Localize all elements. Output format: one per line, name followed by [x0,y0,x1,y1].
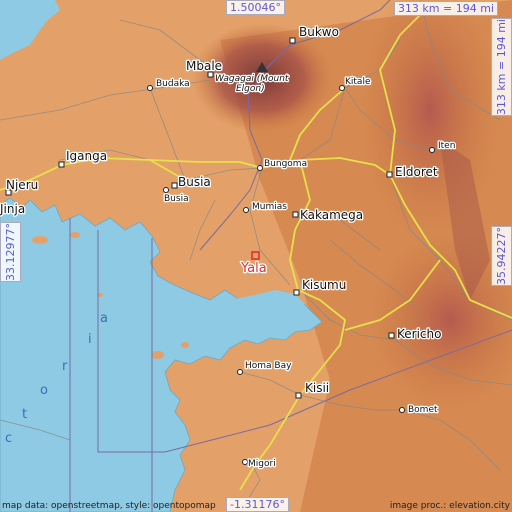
city-label: Budaka [156,79,190,89]
city-label: Bukwo [299,25,339,39]
peak-label: Wagagai (Mount [215,74,289,84]
city-square-icon[interactable] [58,161,65,168]
town-circle-icon[interactable] [237,369,243,375]
town-circle-icon[interactable] [339,85,345,91]
south-coordinate: -1.31176° [226,497,289,512]
city-label: Kitale [345,77,371,87]
lake-letter: r [62,359,68,374]
city-square-icon[interactable] [386,171,393,178]
map-canvas: Bukwo Mbale Budaka Wagagai (Mount Elgon)… [0,0,512,512]
town-circle-icon[interactable] [399,407,405,413]
city-label: Busia [178,175,211,189]
west-coordinate: 33.12977° [0,222,21,282]
city-label: Kisumu [302,278,346,292]
town-circle-icon[interactable] [257,165,263,171]
town-circle-icon[interactable] [243,207,249,213]
scale-label-vertical: 313 km = 194 mi [491,18,512,117]
lake-letter: t [22,407,27,422]
lake-letter: a [100,311,108,326]
city-square-icon[interactable] [292,211,299,218]
city-label: Iganga [66,149,107,163]
scale-label-horizontal: 313 km = 194 mi [393,1,498,16]
city-label: Kisii [305,381,329,395]
city-label: Mumias [252,202,287,212]
city-label: Eldoret [395,165,438,179]
town-circle-icon[interactable] [429,147,435,153]
town-circle-icon[interactable] [242,459,248,465]
lake-letter: o [40,383,48,398]
place-label: Yala [240,261,267,276]
town-circle-icon[interactable] [147,85,153,91]
city-label: Njeru [6,178,38,192]
city-square-icon[interactable] [388,332,395,339]
topographic-map[interactable]: Bukwo Mbale Budaka Wagagai (Mount Elgon)… [0,0,512,512]
north-coordinate: 1.50046° [226,0,285,15]
map-attribution: map data: openstreetmap, style: opentopo… [2,501,216,511]
peak-label: Elgon) [236,84,265,94]
city-square-icon[interactable] [293,289,300,296]
lake-letter: i [88,332,92,347]
city-square-icon[interactable] [171,182,178,189]
city-label: Iten [438,141,455,151]
lake-letter: c [5,431,12,446]
city-square-icon[interactable] [295,392,302,399]
city-label: Bomet [408,405,438,415]
city-label: Bungoma [264,159,307,169]
city-label: Kericho [397,327,441,341]
city-label: Busia [164,194,189,204]
east-coordinate: 35.94227° [491,226,512,286]
city-label: Homa Bay [245,361,292,371]
city-label: Mbale [186,59,222,73]
town-circle-icon[interactable] [163,187,169,193]
city-square-icon[interactable] [289,37,296,44]
processing-attribution: image proc.: elevation.city [389,501,510,511]
city-label: Migori [248,459,276,469]
city-label: Kakamega [300,208,363,222]
city-label: Jinja [0,202,25,216]
